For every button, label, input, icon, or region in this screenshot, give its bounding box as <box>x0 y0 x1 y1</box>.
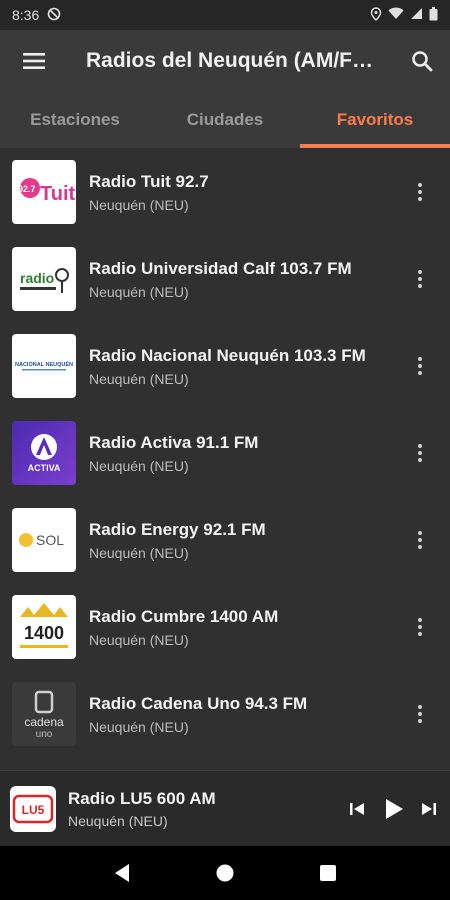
list-item[interactable]: ACTIVA Radio Activa 91.1 FM Neuquén (NEU… <box>0 409 450 496</box>
recents-icon[interactable] <box>313 858 343 888</box>
play-icon[interactable] <box>380 796 406 822</box>
station-name: Radio Activa 91.1 FM <box>89 432 259 452</box>
station-logo: NACIONAL NEUQUÉN <box>12 333 76 398</box>
search-icon[interactable] <box>408 47 436 75</box>
system-nav-bar <box>0 846 450 900</box>
wifi-icon <box>388 7 404 23</box>
more-options-icon[interactable] <box>408 346 432 386</box>
more-options-icon[interactable] <box>408 607 432 647</box>
more-options-icon[interactable] <box>408 259 432 299</box>
mini-player[interactable]: LU5 Radio LU5 600 AM Neuquén (NEU) <box>0 770 450 846</box>
tab-favoritos[interactable]: Favoritos <box>300 92 450 148</box>
page-title: Radios del Neuquén (AM/F… <box>86 49 374 72</box>
more-options-icon[interactable] <box>408 694 432 734</box>
svg-text:LU5: LU5 <box>22 803 45 817</box>
svg-text:ACTIVA: ACTIVA <box>28 463 61 473</box>
player-station-logo: LU5 <box>10 785 56 832</box>
station-name: Radio Energy 92.1 FM <box>89 519 266 539</box>
skip-previous-icon[interactable] <box>348 800 366 818</box>
station-logo: cadena uno <box>12 681 76 746</box>
status-bar: 8:36 <box>0 0 450 30</box>
list-item[interactable]: NACIONAL NEUQUÉN Radio Nacional Neuquén … <box>0 322 450 409</box>
station-name: Radio Cumbre 1400 AM <box>89 606 279 626</box>
svg-text:92.7: 92.7 <box>18 184 36 194</box>
svg-text:1400: 1400 <box>24 623 64 643</box>
svg-text:radio: radio <box>20 270 54 286</box>
menu-icon[interactable] <box>20 47 48 75</box>
player-station-city: Neuquén (NEU) <box>68 812 168 829</box>
station-city: Neuquén (NEU) <box>89 370 189 387</box>
station-name: Radio Tuit 92.7 <box>89 171 209 191</box>
list-item[interactable]: SOL Radio Energy 92.1 FM Neuquén (NEU) <box>0 496 450 583</box>
list-item[interactable]: radio Radio Universidad Calf 103.7 FM Ne… <box>0 235 450 322</box>
back-icon[interactable] <box>107 858 137 888</box>
more-options-icon[interactable] <box>408 433 432 473</box>
favorites-list: 92.7 Tuit Radio Tuit 92.7 Neuquén (NEU) … <box>0 148 450 770</box>
svg-text:NACIONAL NEUQUÉN: NACIONAL NEUQUÉN <box>15 360 73 368</box>
list-item[interactable]: 92.7 Tuit Radio Tuit 92.7 Neuquén (NEU) <box>0 148 450 235</box>
app-bar: Radios del Neuquén (AM/F… <box>0 30 450 92</box>
more-options-icon[interactable] <box>408 172 432 212</box>
svg-text:SOL: SOL <box>36 532 64 548</box>
station-city: Neuquén (NEU) <box>89 196 189 213</box>
player-station-name: Radio LU5 600 AM <box>68 788 216 808</box>
signal-icon <box>410 7 423 23</box>
home-icon[interactable] <box>210 858 240 888</box>
station-name: Radio Nacional Neuquén 103.3 FM <box>89 345 366 365</box>
station-city: Neuquén (NEU) <box>89 457 189 474</box>
station-logo: ACTIVA <box>12 420 76 485</box>
dnd-icon <box>47 7 61 24</box>
tab-ciudades[interactable]: Ciudades <box>150 92 300 148</box>
station-name: Radio Cadena Uno 94.3 FM <box>89 693 308 713</box>
station-city: Neuquén (NEU) <box>89 718 189 735</box>
station-logo: 92.7 Tuit <box>12 159 76 224</box>
list-item[interactable]: cadena uno Radio Cadena Uno 94.3 FM Neuq… <box>0 670 450 757</box>
station-logo: radio <box>12 246 76 311</box>
station-logo: SOL <box>12 507 76 572</box>
location-icon <box>370 6 382 24</box>
tab-estaciones[interactable]: Estaciones <box>0 92 150 148</box>
station-name: Radio Universidad Calf 103.7 FM <box>89 258 352 278</box>
station-logo: 1400 <box>12 594 76 659</box>
more-options-icon[interactable] <box>408 520 432 560</box>
svg-text:cadena: cadena <box>24 715 64 729</box>
svg-text:uno: uno <box>36 729 53 740</box>
station-city: Neuquén (NEU) <box>89 631 189 648</box>
station-city: Neuquén (NEU) <box>89 544 189 561</box>
skip-next-icon[interactable] <box>420 800 438 818</box>
tab-bar: Estaciones Ciudades Favoritos <box>0 92 450 148</box>
list-item[interactable]: 1400 Radio Cumbre 1400 AM Neuquén (NEU) <box>0 583 450 670</box>
battery-icon <box>429 6 438 24</box>
station-city: Neuquén (NEU) <box>89 283 189 300</box>
status-time: 8:36 <box>12 7 40 23</box>
svg-text:Tuit: Tuit <box>40 183 76 205</box>
